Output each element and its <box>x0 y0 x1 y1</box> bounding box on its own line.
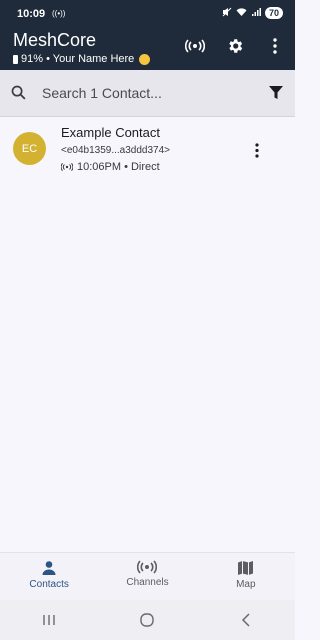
battery-icon <box>13 54 18 64</box>
back-chevron-icon <box>241 613 250 627</box>
gear-icon <box>229 39 243 53</box>
contact-last-seen: 10:06PM • Direct <box>61 161 160 173</box>
back-button[interactable] <box>231 605 261 635</box>
home-circle-icon <box>140 613 155 627</box>
system-navigation-bar <box>0 600 295 640</box>
contact-meta-text: 10:06PM • Direct <box>77 161 160 173</box>
device-status: 91% • Your Name Here <box>13 53 151 65</box>
signal-icon <box>251 7 261 19</box>
contact-public-key: <e04b1359...a3ddd374> <box>61 145 170 156</box>
grin-emoji-icon <box>139 53 151 65</box>
nav-map-label: Map <box>236 579 256 590</box>
settings-button[interactable] <box>225 36 245 56</box>
broadcast-icon <box>61 163 73 171</box>
advertise-button[interactable] <box>185 36 205 56</box>
contact-list-item[interactable]: EC Example Contact <e04b1359...a3ddd374>… <box>0 118 295 180</box>
broadcast-status-icon: ((•)) <box>52 9 66 18</box>
bottom-navigation: Contacts Channels Map <box>0 552 295 601</box>
person-icon <box>42 561 56 575</box>
status-indicators: 70 <box>222 7 283 19</box>
nav-contacts-label: Contacts <box>29 579 69 590</box>
nav-contacts[interactable]: Contacts <box>0 553 98 601</box>
recent-apps-button[interactable] <box>34 605 64 635</box>
contact-avatar: EC <box>13 132 46 165</box>
filter-icon[interactable] <box>269 86 283 100</box>
status-time: 10:09 <box>17 8 46 20</box>
home-button[interactable] <box>132 605 162 635</box>
more-vertical-icon <box>273 38 277 54</box>
device-status-text: 91% • Your Name Here <box>21 53 135 65</box>
broadcast-icon <box>137 560 158 574</box>
recents-icon <box>43 615 55 625</box>
header-actions <box>185 36 285 56</box>
search-bar <box>0 70 295 117</box>
search-input[interactable] <box>42 82 242 104</box>
map-icon <box>238 561 254 575</box>
nav-channels-label: Channels <box>126 577 169 588</box>
more-vertical-icon <box>255 142 259 158</box>
overflow-menu-button[interactable] <box>265 36 285 56</box>
contact-options-button[interactable] <box>249 140 265 160</box>
wifi-icon <box>236 7 247 19</box>
app-header: 10:09 ((•)) 70 MeshCore 91% • Your Name … <box>0 0 295 70</box>
mute-icon <box>222 7 232 19</box>
nav-channels[interactable]: Channels <box>98 553 196 601</box>
search-icon <box>11 85 26 100</box>
nav-map[interactable]: Map <box>197 553 295 601</box>
battery-badge: 70 <box>264 7 283 19</box>
status-bar: 10:09 ((•)) 70 <box>0 0 295 28</box>
app-title: MeshCore <box>13 30 97 50</box>
contact-name: Example Contact <box>61 125 160 140</box>
broadcast-icon <box>185 39 205 53</box>
